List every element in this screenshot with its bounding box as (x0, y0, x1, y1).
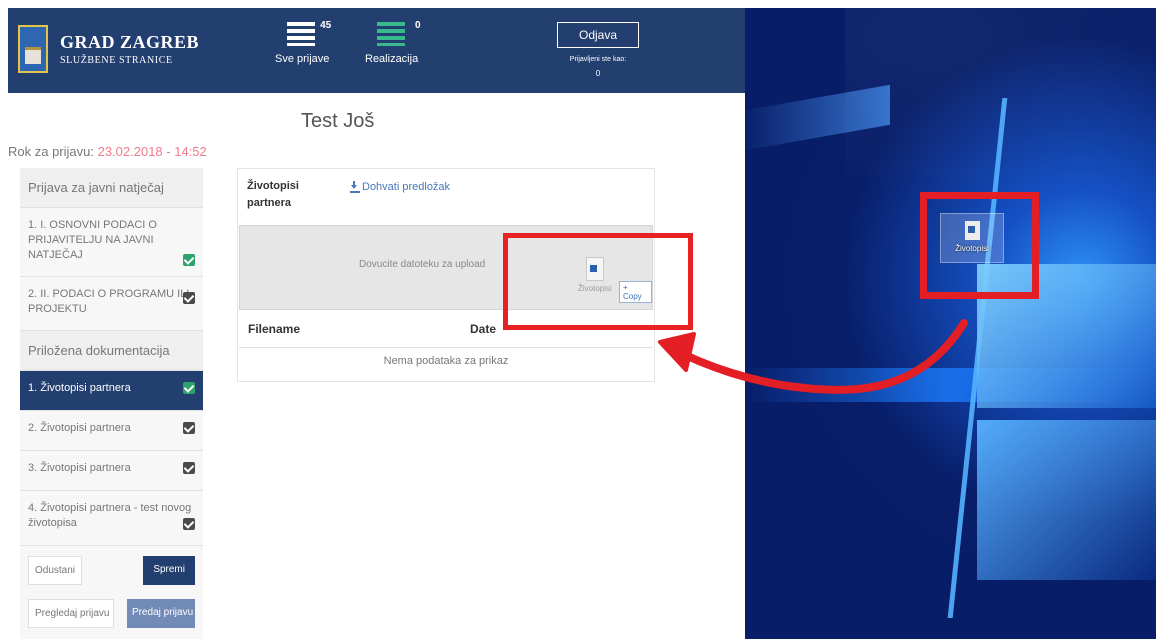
checkbox-icon (183, 382, 195, 394)
cancel-button[interactable]: Odustani (28, 556, 83, 585)
nav-realization-label: Realizacija (365, 53, 419, 65)
application-window: GRAD ZAGREB SLUŽBENE STRANICE 45 Sve pri… (8, 8, 745, 639)
nav-all-applications[interactable]: 45 Sve prijave (275, 20, 331, 65)
template-link-label: Dohvati predložak (362, 181, 451, 193)
nav-all-applications-label: Sve prijave (275, 53, 330, 65)
applications-count: 45 (320, 20, 332, 31)
logo-subtitle: SLUŽBENE STRANICE (60, 55, 173, 66)
list-green-icon: 0 (375, 20, 421, 46)
zagreb-crest-icon (18, 25, 48, 73)
checkbox-icon (183, 462, 195, 474)
deadline-value: 23.02.2018 - 14:52 (97, 144, 207, 159)
sidebar-section-application: Prijava za javni natječaj (20, 168, 203, 208)
sidebar-item-label: 3. Životopisi partnera (28, 462, 131, 474)
dropzone-text: Dovucite datoteku za upload (359, 259, 486, 270)
sidebar-item-label: 2. Životopisi partnera (28, 422, 131, 434)
logo-title: GRAD ZAGREB (60, 32, 200, 52)
sidebar-item-doc-4[interactable]: 4. Životopisi partnera - test novog živo… (20, 491, 203, 546)
top-navigation-bar: GRAD ZAGREB SLUŽBENE STRANICE 45 Sve pri… (8, 8, 745, 93)
sidebar-item-program-info[interactable]: 2. II. PODACI O PROGRAMU ILI PROJEKTU (20, 277, 203, 331)
desktop-background: Životopisi (745, 8, 1156, 639)
download-icon (350, 181, 360, 193)
checkbox-icon (183, 254, 195, 266)
checkbox-icon (183, 292, 195, 304)
deadline: Rok za prijavu: 23.02.2018 - 14:52 (8, 144, 207, 159)
preview-button[interactable]: Pregledaj prijavu (28, 599, 114, 628)
empty-table-message: Nema podataka za prikaz (383, 355, 509, 367)
sidebar: Prijava za javni natječaj 1. I. OSNOVNI … (20, 168, 203, 639)
list-icon: 45 (285, 20, 331, 46)
sidebar-section-documents: Priložena dokumentacija (20, 331, 203, 371)
logo-text: GRAD ZAGREB SLUŽBENE STRANICE (60, 32, 199, 66)
logged-in-value: 0 (595, 69, 601, 78)
download-template-link[interactable]: Dohvati predložak (350, 181, 450, 193)
drop-highlight-box (503, 233, 693, 330)
sidebar-item-doc-1[interactable]: 1. Životopisi partnera (20, 371, 203, 411)
column-filename[interactable]: Filename (248, 322, 300, 336)
realization-count: 0 (415, 20, 421, 31)
column-date[interactable]: Date (470, 322, 496, 336)
sidebar-item-label: 4. Životopisi partnera - test novog živo… (28, 502, 192, 529)
page-title: Test Još (301, 110, 375, 132)
sidebar-item-label: 1. Životopisi partnera (28, 382, 131, 394)
save-button[interactable]: Spremi (143, 556, 195, 585)
sidebar-actions: Odustani Spremi Pregledaj prijavu Predaj… (20, 546, 203, 639)
checkbox-icon (183, 422, 195, 434)
sidebar-item-basic-info[interactable]: 1. I. OSNOVNI PODACI O PRIJAVITELJU NA J… (20, 208, 203, 277)
window-pane-light (977, 420, 1156, 580)
logout-area: Odjava Prijavljeni ste kao: 0 (557, 22, 639, 78)
city-logo[interactable]: GRAD ZAGREB SLUŽBENE STRANICE (18, 25, 199, 73)
deadline-label: Rok za prijavu: (8, 144, 98, 159)
logged-in-text: Prijavljeni ste kao: (569, 56, 627, 63)
checkbox-icon (183, 518, 195, 530)
sidebar-item-label: 2. II. PODACI O PROGRAMU ILI PROJEKTU (28, 288, 190, 315)
nav-realization[interactable]: 0 Realizacija (365, 20, 421, 65)
desktop-highlight-box (920, 192, 1039, 299)
sidebar-item-doc-2[interactable]: 2. Životopisi partnera (20, 411, 203, 451)
submit-button[interactable]: Predaj prijavu (127, 599, 195, 628)
logout-button[interactable]: Odjava (557, 22, 639, 48)
sidebar-item-doc-3[interactable]: 3. Životopisi partnera (20, 451, 203, 491)
section-label: Životopisi partnera (247, 180, 299, 210)
sidebar-item-label: 1. I. OSNOVNI PODACI O PRIJAVITELJU NA J… (28, 219, 157, 261)
